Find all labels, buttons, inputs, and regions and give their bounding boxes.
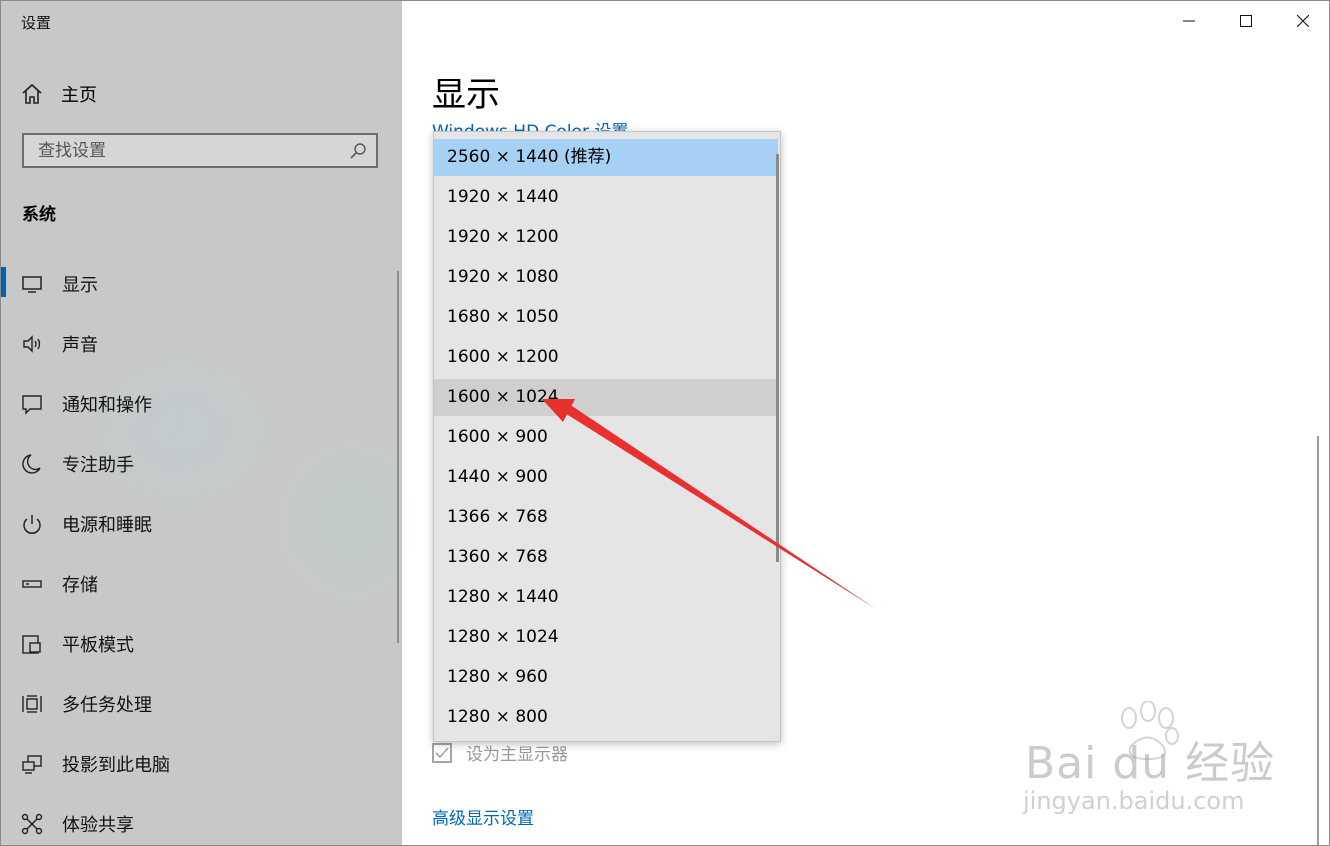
minimize-button[interactable] [1160,1,1217,41]
resolution-option-selected[interactable]: 2560 × 1440 (推荐) [434,139,778,176]
monitor-icon [22,276,42,293]
home-label: 主页 [61,85,97,106]
sidebar-item-notifications[interactable]: 通知和操作 [1,373,402,433]
share-icon [21,813,43,835]
close-icon [1296,15,1309,27]
sidebar-item-label: 电源和睡眠 [62,515,152,536]
resolution-option[interactable]: 1920 × 1200 [434,219,778,256]
primary-display-checkbox-row[interactable]: 设为主显示器 [432,740,568,765]
tablet-icon [22,635,41,654]
sidebar-item-storage[interactable]: 存储 [1,553,402,613]
resolution-option[interactable]: 1280 × 800 [434,699,778,736]
project-icon [22,755,42,774]
power-icon [23,515,41,534]
sidebar-item-label: 体验共享 [62,815,134,836]
close-button[interactable] [1274,1,1329,41]
resolution-option[interactable]: 1680 × 1050 [434,299,778,336]
sidebar-item-label: 声音 [62,335,98,356]
notification-icon [22,395,42,415]
home-link[interactable]: 主页 [21,79,97,109]
section-title: 系统 [22,205,56,225]
resolution-option[interactable]: 1920 × 1080 [434,259,778,296]
watermark-url: jingyan.baidu.com [1023,787,1245,815]
multitask-icon [22,695,42,713]
advanced-display-settings-link[interactable]: 高级显示设置 [432,804,534,829]
checkmark-icon [435,746,449,758]
sidebar-item-tablet-mode[interactable]: 平板模式 [1,613,402,673]
dropdown-scrollbar[interactable] [776,154,779,562]
sidebar-item-label: 通知和操作 [62,395,152,416]
sidebar-item-multitasking[interactable]: 多任务处理 [1,673,402,733]
sidebar-item-power-sleep[interactable]: 电源和睡眠 [1,493,402,553]
resolution-option[interactable]: 1600 × 1200 [434,339,778,376]
resolution-option-hovered[interactable]: 1600 × 1024 [434,379,778,416]
sidebar-item-label: 平板模式 [62,635,134,656]
watermark-brand: Bai du 经验 [1025,738,1276,789]
sidebar-item-project-to-pc[interactable]: 投影到此电脑 [1,733,402,793]
primary-display-checkbox[interactable] [432,742,452,763]
resolution-option[interactable]: 1360 × 768 [434,539,778,576]
resolution-option[interactable]: 1440 × 900 [434,459,778,496]
sidebar: 设置 主页 系统 显示 [1,1,402,845]
window-controls [1160,1,1329,41]
home-icon [22,83,42,104]
sidebar-item-sound[interactable]: 声音 [1,313,402,373]
speaker-icon [23,335,41,353]
main-scrollbar[interactable] [1317,436,1319,845]
sidebar-item-label: 投影到此电脑 [62,755,170,776]
sidebar-item-display[interactable]: 显示 [1,253,402,313]
resolution-option[interactable]: 1600 × 900 [434,419,778,456]
sidebar-item-shared-experiences[interactable]: 体验共享 [1,793,402,845]
maximize-icon [1239,15,1252,27]
sidebar-item-focus-assist[interactable]: 专注助手 [1,433,402,493]
moon-icon [22,454,41,474]
nav-list: 显示 声音 通知和操作 专注助手 电源和睡眠 存储 平板模式 多任务处理 投影到… [1,253,402,845]
sidebar-item-label: 显示 [62,275,98,296]
sidebar-scrollbar[interactable] [397,271,399,643]
search-icon[interactable] [349,142,367,160]
resolution-option[interactable]: 1280 × 1024 [434,619,778,656]
app-title: 设置 [21,14,52,32]
resolution-option[interactable]: 1366 × 768 [434,499,778,536]
storage-icon [22,580,42,588]
sidebar-item-label: 专注助手 [62,455,134,476]
minimize-icon [1182,20,1195,22]
search-input[interactable] [38,140,338,162]
sidebar-item-label: 存储 [62,575,98,596]
maximize-button[interactable] [1217,1,1274,41]
settings-window: 设置 主页 系统 显示 [0,0,1330,846]
resolution-option[interactable]: 1280 × 960 [434,659,778,696]
resolution-option[interactable]: 1920 × 1440 [434,179,778,216]
search-box[interactable] [22,133,378,168]
resolution-option[interactable]: 1280 × 1440 [434,579,778,616]
resolution-dropdown-list[interactable]: 2560 × 1440 (推荐) 1920 × 1440 1920 × 1200… [433,131,781,742]
primary-display-label: 设为主显示器 [466,745,568,765]
sidebar-item-label: 多任务处理 [62,695,152,716]
page-title: 显示 [432,75,500,115]
